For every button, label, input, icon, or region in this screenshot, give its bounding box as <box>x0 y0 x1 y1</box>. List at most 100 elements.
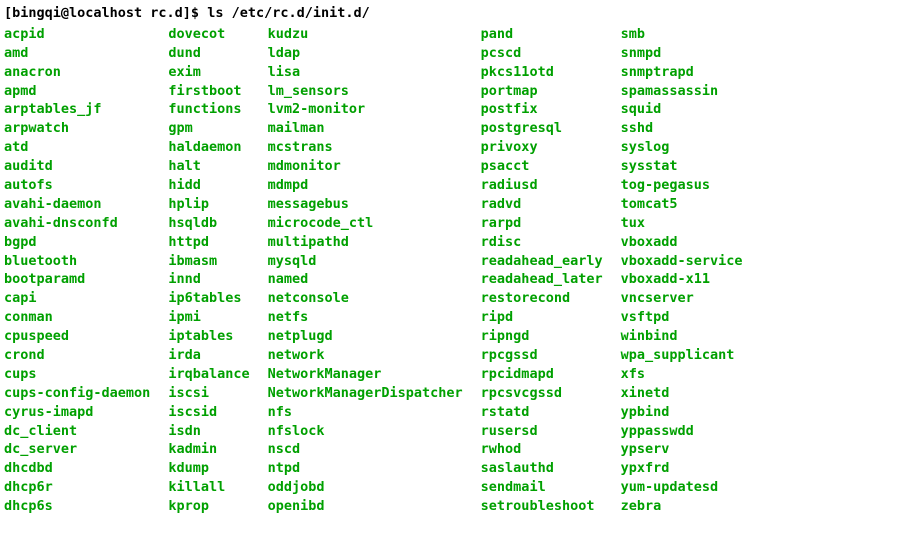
file-entry: NetworkManager <box>268 365 463 384</box>
file-entry: restorecond <box>481 289 603 308</box>
file-entry: exim <box>168 63 249 82</box>
file-entry: atd <box>4 138 150 157</box>
file-entry: bgpd <box>4 233 150 252</box>
file-entry: autofs <box>4 176 150 195</box>
file-entry: irqbalance <box>168 365 249 384</box>
file-entry: portmap <box>481 82 603 101</box>
file-entry: iscsi <box>168 384 249 403</box>
file-entry: mdmonitor <box>268 157 463 176</box>
file-entry: ibmasm <box>168 252 249 271</box>
file-entry: pkcs11otd <box>481 63 603 82</box>
file-entry: iptables <box>168 327 249 346</box>
file-entry: lm_sensors <box>268 82 463 101</box>
file-entry: firstboot <box>168 82 249 101</box>
file-entry: pcscd <box>481 44 603 63</box>
file-entry: hplip <box>168 195 249 214</box>
file-entry: avahi-dnsconfd <box>4 214 150 233</box>
file-entry: isdn <box>168 422 249 441</box>
file-entry: dovecot <box>168 25 249 44</box>
file-entry: sysstat <box>621 157 743 176</box>
file-entry: network <box>268 346 463 365</box>
file-entry: vboxadd-service <box>621 252 743 271</box>
prompt-prefix: [bingqi@localhost rc.d]$ <box>4 5 207 21</box>
file-entry: vboxadd-x11 <box>621 270 743 289</box>
file-entry: acpid <box>4 25 150 44</box>
file-entry: killall <box>168 478 249 497</box>
file-entry: netfs <box>268 308 463 327</box>
file-entry: radvd <box>481 195 603 214</box>
file-entry: ripd <box>481 308 603 327</box>
file-entry: postgresql <box>481 119 603 138</box>
file-entry: cpuspeed <box>4 327 150 346</box>
file-entry: vncserver <box>621 289 743 308</box>
file-entry: apmd <box>4 82 150 101</box>
file-entry: yum-updatesd <box>621 478 743 497</box>
file-entry: anacron <box>4 63 150 82</box>
file-entry: smb <box>621 25 743 44</box>
file-entry: haldaemon <box>168 138 249 157</box>
file-entry: irda <box>168 346 249 365</box>
file-entry: nfslock <box>268 422 463 441</box>
file-entry: bluetooth <box>4 252 150 271</box>
file-entry: dc_server <box>4 440 150 459</box>
file-entry: vboxadd <box>621 233 743 252</box>
file-entry: rarpd <box>481 214 603 233</box>
file-entry: squid <box>621 100 743 119</box>
file-entry: winbind <box>621 327 743 346</box>
file-entry: saslauthd <box>481 459 603 478</box>
file-entry: crond <box>4 346 150 365</box>
file-entry: mdmpd <box>268 176 463 195</box>
listing-column: kudzuldaplisalm_sensorslvm2-monitormailm… <box>268 25 463 516</box>
file-entry: bootparamd <box>4 270 150 289</box>
file-entry: cups <box>4 365 150 384</box>
file-entry: auditd <box>4 157 150 176</box>
file-entry: microcode_ctl <box>268 214 463 233</box>
file-entry: readahead_later <box>481 270 603 289</box>
file-entry: dhcp6s <box>4 497 150 516</box>
shell-prompt-line: [bingqi@localhost rc.d]$ ls /etc/rc.d/in… <box>4 4 910 23</box>
file-entry: NetworkManagerDispatcher <box>268 384 463 403</box>
file-entry: rstatd <box>481 403 603 422</box>
file-entry: psacct <box>481 157 603 176</box>
listing-column: pandpcscdpkcs11otdportmappostfixpostgres… <box>481 25 603 516</box>
file-entry: kudzu <box>268 25 463 44</box>
file-entry: multipathd <box>268 233 463 252</box>
file-entry: arptables_jf <box>4 100 150 119</box>
file-entry: postfix <box>481 100 603 119</box>
file-entry: setroubleshoot <box>481 497 603 516</box>
file-entry: kdump <box>168 459 249 478</box>
file-entry: rpcgssd <box>481 346 603 365</box>
file-entry: ntpd <box>268 459 463 478</box>
file-entry: ldap <box>268 44 463 63</box>
file-entry: amd <box>4 44 150 63</box>
file-entry: ypserv <box>621 440 743 459</box>
file-entry: innd <box>168 270 249 289</box>
file-entry: cups-config-daemon <box>4 384 150 403</box>
file-entry: dhcdbd <box>4 459 150 478</box>
directory-listing: acpidamdanacronapmdarptables_jfarpwatcha… <box>4 25 910 516</box>
file-entry: netconsole <box>268 289 463 308</box>
file-entry: snmptrapd <box>621 63 743 82</box>
file-entry: privoxy <box>481 138 603 157</box>
file-entry: spamassassin <box>621 82 743 101</box>
file-entry: mcstrans <box>268 138 463 157</box>
file-entry: rpcidmapd <box>481 365 603 384</box>
file-entry: arpwatch <box>4 119 150 138</box>
file-entry: ripngd <box>481 327 603 346</box>
file-entry: readahead_early <box>481 252 603 271</box>
file-entry: sshd <box>621 119 743 138</box>
file-entry: functions <box>168 100 249 119</box>
file-entry: avahi-daemon <box>4 195 150 214</box>
file-entry: rpcsvcgssd <box>481 384 603 403</box>
file-entry: hidd <box>168 176 249 195</box>
file-entry: tux <box>621 214 743 233</box>
file-entry: xfs <box>621 365 743 384</box>
command-text: ls /etc/rc.d/init.d/ <box>207 5 370 21</box>
file-entry: capi <box>4 289 150 308</box>
file-entry: sendmail <box>481 478 603 497</box>
file-entry: rdisc <box>481 233 603 252</box>
file-entry: tog-pegasus <box>621 176 743 195</box>
file-entry: dhcp6r <box>4 478 150 497</box>
file-entry: rusersd <box>481 422 603 441</box>
file-entry: pand <box>481 25 603 44</box>
